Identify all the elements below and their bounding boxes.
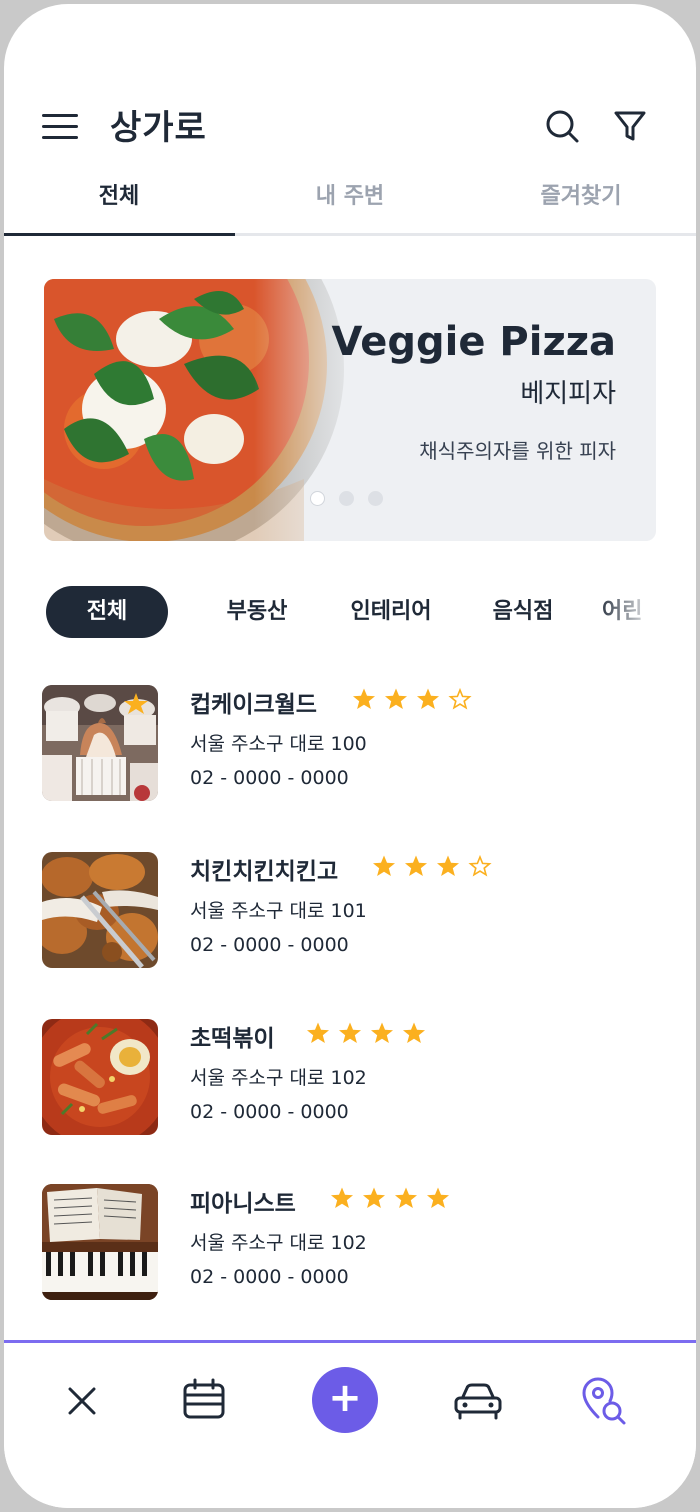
shop-list-item[interactable]: 초떡볶이 서울 주소구 대로 102 02 - 0000 - 0000 <box>42 1019 662 1139</box>
rating-stars <box>306 1021 434 1047</box>
star-filled-icon <box>331 1187 353 1208</box>
shop-name: 초떡볶이 <box>190 1026 275 1052</box>
cupcake-photo <box>42 685 158 801</box>
star-outline-icon <box>448 687 472 710</box>
category-chip-restaurant[interactable]: 음식점 <box>478 586 568 638</box>
shop-phone: 02 - 0000 - 0000 <box>190 767 349 789</box>
shop-phone: 02 - 0000 - 0000 <box>190 1266 349 1288</box>
shop-list-item[interactable]: 피아니스트 서울 주소구 대로 102 02 - 0000 - 0000 <box>42 1184 662 1304</box>
promo-banner[interactable]: Veggie Pizza 베지피자 채식주의자를 위한 피자 <box>44 279 656 541</box>
star-filled-icon <box>405 855 427 876</box>
star-filled-icon <box>363 1187 385 1208</box>
app-header: 상가로 <box>4 94 696 164</box>
filter-icon[interactable] <box>610 106 650 146</box>
star-filled-icon <box>339 1022 361 1043</box>
rating-stars <box>330 1186 458 1212</box>
star-filled-icon <box>427 1187 449 1208</box>
star-filled-icon <box>371 1022 393 1043</box>
banner-subtitle: 베지피자 <box>520 379 616 409</box>
star-filled-icon <box>417 688 439 709</box>
tab-bar: 전체 내 주변 즐겨찾기 <box>4 164 696 236</box>
star-filled-icon <box>307 1022 329 1043</box>
shop-list-item[interactable]: 치킨치킨치킨고 서울 주소구 대로 101 02 - 0000 - 0000 <box>42 852 662 972</box>
star-outline-icon <box>468 854 492 877</box>
star-filled-icon <box>437 855 459 876</box>
tab-indicator <box>4 233 235 236</box>
shop-phone: 02 - 0000 - 0000 <box>190 934 349 956</box>
add-button[interactable]: + <box>312 1367 378 1433</box>
banner-description: 채식주의자를 위한 피자 <box>419 439 616 463</box>
calendar-icon[interactable] <box>174 1371 234 1431</box>
banner-title: Veggie Pizza <box>331 319 616 365</box>
shop-address: 서울 주소구 대로 102 <box>190 1232 367 1254</box>
category-chips: 전체 부동산 인테리어 음식점 어린 <box>4 586 656 638</box>
rating-stars <box>352 687 480 713</box>
search-icon[interactable] <box>542 106 582 146</box>
star-filled-icon <box>395 1187 417 1208</box>
shop-address: 서울 주소구 대로 101 <box>190 900 367 922</box>
phone-screen: 상가로 전체 내 주변 즐겨찾기 Veggie Pizza 베지피자 채식주의자… <box>4 4 696 1508</box>
app-title: 상가로 <box>110 108 207 148</box>
star-filled-icon <box>373 855 395 876</box>
tab-all[interactable]: 전체 <box>4 164 234 236</box>
close-icon[interactable] <box>52 1371 112 1431</box>
car-icon[interactable] <box>448 1371 508 1431</box>
carousel-dots <box>310 491 397 509</box>
shop-name: 피아니스트 <box>190 1191 296 1217</box>
category-chip-real-estate[interactable]: 부동산 <box>212 586 302 638</box>
fried-chicken-photo <box>42 852 158 968</box>
add-icon: + <box>328 1375 362 1421</box>
star-filled-icon <box>353 688 375 709</box>
piano-photo <box>42 1184 158 1300</box>
shop-name: 컵케이크월드 <box>190 692 317 718</box>
carousel-dot-1[interactable] <box>310 491 325 506</box>
tab-favorites[interactable]: 즐겨찾기 <box>466 164 696 236</box>
star-filled-icon <box>403 1022 425 1043</box>
tteokbokki-photo <box>42 1019 158 1135</box>
shop-phone: 02 - 0000 - 0000 <box>190 1101 349 1123</box>
shop-address: 서울 주소구 대로 102 <box>190 1067 367 1089</box>
carousel-dot-3[interactable] <box>368 491 383 506</box>
menu-icon[interactable] <box>42 112 78 142</box>
shop-address: 서울 주소구 대로 100 <box>190 733 367 755</box>
category-chip-kids[interactable]: 어린 <box>602 586 656 638</box>
shop-list-item[interactable]: 컵케이크월드 서울 주소구 대로 100 02 - 0000 - 0000 <box>42 685 662 805</box>
shop-name: 치킨치킨치킨고 <box>190 859 339 885</box>
category-chip-interior[interactable]: 인테리어 <box>334 586 448 638</box>
carousel-dot-2[interactable] <box>339 491 354 506</box>
star-filled-icon <box>385 688 407 709</box>
bottom-nav: + <box>4 1340 696 1508</box>
category-chip-all[interactable]: 전체 <box>46 586 168 638</box>
tab-nearby[interactable]: 내 주변 <box>235 164 465 236</box>
rating-stars <box>372 854 500 880</box>
location-search-icon[interactable] <box>574 1371 634 1431</box>
